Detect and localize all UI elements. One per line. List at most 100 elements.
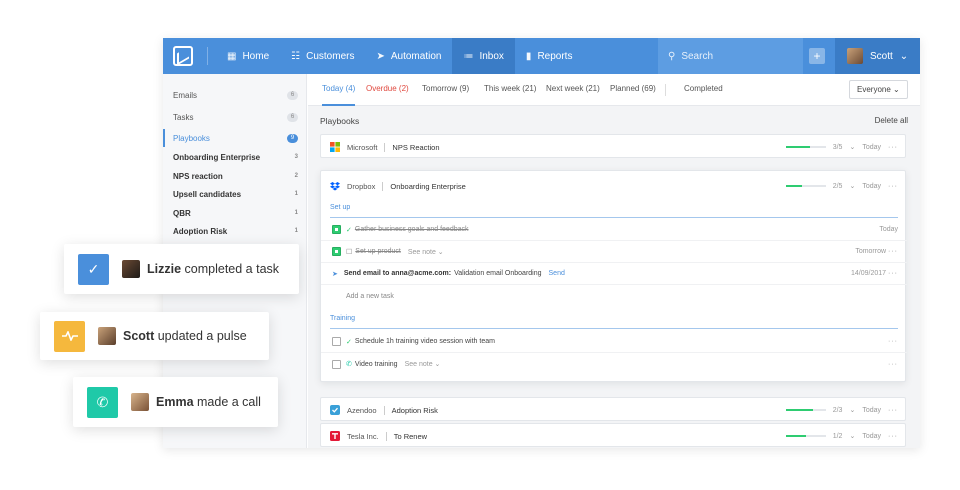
more-icon[interactable]: ···: [888, 248, 898, 255]
dropbox-logo-icon: [330, 182, 340, 191]
sidebar-item-emails[interactable]: Emails 6: [163, 86, 307, 104]
sidebar-item-onboarding-enterprise[interactable]: Onboarding Enterprise 3: [163, 148, 307, 166]
send-link[interactable]: Send: [549, 270, 565, 277]
sidebar-item-nps-reaction[interactable]: NPS reaction 2: [163, 167, 307, 185]
check-icon: ✓: [78, 253, 109, 285]
task-icon: ☐: [346, 248, 353, 256]
main-content: Today (4) Overdue (2) Tomorrow (9) This …: [308, 74, 920, 448]
playbook-card[interactable]: Microsoft NPS Reaction 3/5 ⌄ Today ···: [320, 134, 906, 158]
top-navigation-bar: ▦ Home ☷ Customers ➤ Automation ≔ Inbox ▮ Rep…: [163, 38, 920, 74]
group-title-training: Training: [330, 315, 356, 322]
progress-bar: [785, 435, 826, 437]
more-icon[interactable]: ···: [888, 433, 898, 440]
sidebar-item-playbooks[interactable]: Playbooks 9: [163, 129, 307, 147]
playbook-header[interactable]: Microsoft NPS Reaction 3/5 ⌄ Today ···: [321, 136, 907, 158]
sidebar-item-tasks[interactable]: Tasks 6: [163, 108, 307, 126]
task-checkbox[interactable]: [332, 247, 341, 256]
chevron-down-icon[interactable]: ⌄: [849, 143, 855, 151]
playbook-header[interactable]: Dropbox Onboarding Enterprise 2/5 ⌄ Today ··…: [321, 175, 907, 197]
tab-next-week[interactable]: Next week (21): [546, 74, 600, 106]
notification-card: Scott updated a pulse: [40, 312, 269, 360]
tab-tomorrow[interactable]: Tomorrow (9): [422, 74, 469, 106]
progress-bar: [785, 185, 826, 187]
search-icon: ⚲: [668, 50, 676, 62]
nav-inbox[interactable]: ≔ Inbox: [452, 38, 515, 74]
delete-all-button[interactable]: Delete all: [875, 116, 908, 125]
task-checkbox[interactable]: [332, 359, 341, 369]
playbook-card[interactable]: Azendoo Adoption Risk 2/3 ⌄ Today ···: [320, 397, 906, 421]
see-note-link[interactable]: See note ⌄: [408, 248, 444, 256]
pulse-icon: [54, 320, 85, 352]
avatar: [847, 48, 863, 64]
task-checkbox[interactable]: [332, 337, 341, 346]
azendoo-logo-icon: [330, 405, 340, 415]
app-logo-icon[interactable]: [173, 46, 193, 66]
customers-icon: ☷: [291, 50, 301, 62]
add-task-input[interactable]: Add a new task: [321, 285, 907, 307]
avatar: [122, 260, 140, 278]
sidebar-item-upsell-candidates[interactable]: Upsell candidates 1: [163, 185, 307, 203]
notification-card: ✆ Emma made a call: [73, 377, 278, 427]
nav-automation[interactable]: ➤ Automation: [365, 38, 452, 74]
check-icon: ✓: [346, 338, 352, 346]
chevron-down-icon[interactable]: ⌄: [849, 406, 855, 414]
count-badge: 9: [287, 133, 298, 143]
microsoft-logo-icon: [330, 142, 340, 152]
task-row[interactable]: ✆ Video training See note ⌄ ···: [321, 353, 907, 375]
chevron-down-icon[interactable]: ⌄: [849, 182, 855, 190]
avatar: [98, 327, 116, 345]
more-icon[interactable]: ···: [888, 144, 898, 151]
group-title-setup: Set up: [330, 204, 351, 211]
chevron-down-icon[interactable]: ⌄: [849, 432, 855, 440]
count-badge: 6: [287, 90, 298, 100]
task-row[interactable]: ✓ Schedule 1h training video session wit…: [321, 331, 907, 353]
task-row[interactable]: ✓ Gather business goals and feedback Tod…: [321, 219, 907, 241]
task-checkbox[interactable]: [332, 225, 341, 234]
tab-overdue[interactable]: Overdue (2): [366, 74, 409, 106]
task-row[interactable]: ➤ Send email to anna@acme.com: Validatio…: [321, 263, 907, 285]
tab-today[interactable]: Today (4): [322, 74, 356, 106]
add-button[interactable]: +: [809, 48, 825, 64]
playbook-card[interactable]: Tesla Inc. To Renew 1/2 ⌄ Today ···: [320, 423, 906, 447]
tab-planned[interactable]: Planned (69): [610, 74, 656, 106]
check-icon: ✓: [346, 226, 352, 234]
chevron-down-icon: ⌄: [893, 85, 900, 94]
sidebar-item-qbr[interactable]: QBR 1: [163, 204, 307, 222]
sidebar-item-adoption-risk[interactable]: Adoption Risk 1: [163, 222, 307, 240]
tesla-logo-icon: [330, 431, 340, 441]
progress-bar: [785, 409, 826, 411]
phone-icon: ✆: [87, 386, 118, 418]
playbook-header[interactable]: Azendoo Adoption Risk 2/3 ⌄ Today ···: [321, 399, 907, 421]
more-icon[interactable]: ···: [888, 407, 898, 414]
more-icon[interactable]: ···: [888, 361, 898, 368]
playbook-header[interactable]: Tesla Inc. To Renew 1/2 ⌄ Today ···: [321, 425, 907, 447]
tab-divider: [665, 84, 666, 96]
count-badge: 6: [287, 112, 298, 122]
avatar: [131, 393, 149, 411]
user-menu[interactable]: Scott ⌄: [835, 38, 920, 74]
more-icon[interactable]: ···: [888, 183, 898, 190]
more-icon[interactable]: ···: [888, 270, 898, 277]
nav-reports[interactable]: ▮ Reports: [515, 38, 584, 74]
section-title: Playbooks: [320, 116, 360, 126]
bar-chart-icon: ▮: [525, 50, 532, 62]
owner-filter-dropdown[interactable]: Everyone ⌄: [849, 80, 908, 99]
task-row[interactable]: ☐ Set up product See note ⌄ Tomorrow ···: [321, 241, 907, 263]
send-icon: ➤: [332, 270, 338, 278]
tab-completed[interactable]: Completed: [684, 74, 723, 106]
nav-divider: [207, 47, 208, 65]
tab-this-week[interactable]: This week (21): [484, 74, 536, 106]
more-icon[interactable]: ···: [888, 338, 898, 345]
search-input[interactable]: ⚲ Search: [658, 38, 803, 74]
nav-home[interactable]: ▦ Home: [216, 38, 280, 74]
playbook-card-expanded: Dropbox Onboarding Enterprise 2/5 ⌄ Today ··…: [320, 170, 907, 382]
inbox-icon: ≔: [463, 50, 474, 62]
see-note-link[interactable]: See note ⌄: [405, 360, 441, 368]
send-icon: ➤: [376, 50, 385, 62]
nav-customers[interactable]: ☷ Customers: [280, 38, 365, 74]
chevron-down-icon: ⌄: [899, 50, 909, 62]
notification-card: ✓ Lizzie completed a task: [64, 244, 299, 294]
phone-icon: ✆: [346, 361, 352, 368]
grid-icon: ▦: [227, 50, 237, 62]
progress-bar: [785, 146, 826, 148]
